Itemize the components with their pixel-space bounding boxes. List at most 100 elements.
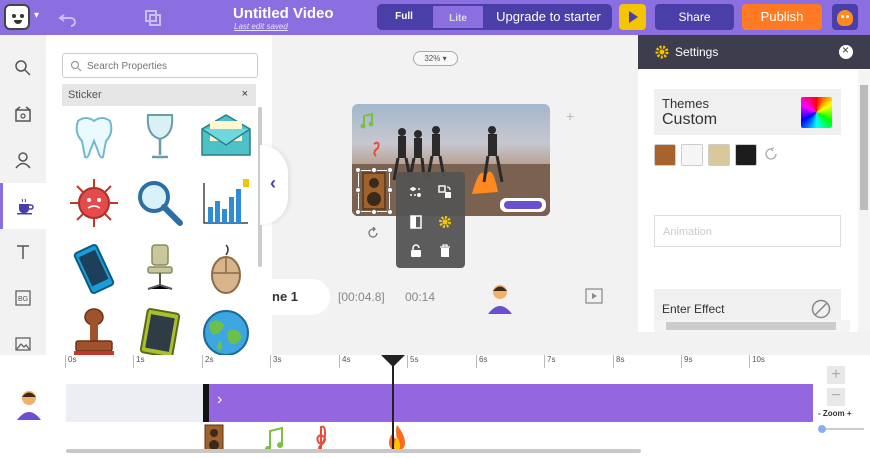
search-icon <box>70 60 82 72</box>
refresh-icon[interactable] <box>764 147 779 162</box>
tick-label: 7s <box>543 355 556 368</box>
settings-title: Settings <box>675 45 719 59</box>
zoom-in-button[interactable]: + <box>827 366 845 384</box>
delete-icon[interactable] <box>435 241 455 261</box>
playhead[interactable] <box>381 355 405 451</box>
undo-icon[interactable] <box>58 8 78 28</box>
tick-label: 3s <box>269 355 282 368</box>
sticker-virus[interactable] <box>68 177 120 229</box>
scene-tab[interactable]: ne 1 <box>258 279 330 315</box>
sticker-stamp[interactable] <box>68 307 120 355</box>
view-full-button[interactable]: Full <box>377 4 431 30</box>
rail-search[interactable] <box>0 45 46 91</box>
character-clip[interactable] <box>203 384 813 422</box>
tick-label: 9s <box>680 355 693 368</box>
video-title[interactable]: Untitled Video <box>233 5 334 22</box>
zoom-slider-track[interactable] <box>822 428 864 430</box>
sticker-magnifying-glass[interactable] <box>134 177 186 229</box>
filter-tag-label: Sticker <box>68 89 102 101</box>
image-icon <box>15 337 31 351</box>
sticker-computer-mouse[interactable] <box>200 243 252 295</box>
sticker-bar-chart[interactable] <box>200 177 252 229</box>
chevron-down-icon: ▾ <box>34 10 40 21</box>
color-swatch-2[interactable] <box>681 144 703 166</box>
tick-label: 8s <box>612 355 625 368</box>
tick-label: 10s <box>749 355 765 368</box>
settings-scroll-thumb[interactable] <box>860 85 868 210</box>
text-icon <box>17 245 29 259</box>
save-status[interactable]: Last edit saved <box>234 22 288 31</box>
settings-hscrollbar[interactable] <box>654 320 850 332</box>
settings-header: Settings <box>638 35 870 69</box>
sticker-wine-glass[interactable] <box>134 111 186 163</box>
layer-icon[interactable] <box>406 212 426 232</box>
sticker-envelope[interactable] <box>200 111 252 163</box>
timeline-character-icon[interactable] <box>15 388 43 420</box>
film-icon[interactable] <box>585 288 603 304</box>
view-lite-button[interactable]: Lite <box>431 4 485 30</box>
sticker-tooth[interactable] <box>68 111 120 163</box>
settings-hscroll-thumb[interactable] <box>666 322 836 330</box>
search-input[interactable] <box>87 57 252 75</box>
animation-field[interactable]: Animation <box>654 215 841 247</box>
color-swatch-3[interactable] <box>708 144 730 166</box>
search-icon <box>15 60 31 76</box>
collapse-panel-button[interactable] <box>260 145 288 225</box>
rail-text[interactable] <box>0 229 46 275</box>
scene-duration: 00:14 <box>405 290 436 304</box>
close-settings-icon[interactable] <box>839 43 853 59</box>
tick-label: 2s <box>201 355 214 368</box>
no-effect-icon[interactable] <box>811 299 831 319</box>
rotate-icon[interactable] <box>367 226 379 238</box>
gear-icon <box>655 45 669 59</box>
scene-character-icon[interactable] <box>486 282 514 314</box>
rail-scenes[interactable] <box>0 91 46 137</box>
settings-panel: Settings Themes Custom Animation Enter E… <box>638 35 870 332</box>
share-button[interactable]: Share <box>655 4 734 30</box>
tick-label: 1s <box>132 355 145 368</box>
publish-button[interactable]: Publish <box>742 4 822 30</box>
property-search[interactable] <box>62 53 258 78</box>
props-icon <box>16 198 34 215</box>
split-icon[interactable] <box>406 182 426 202</box>
canvas-zoom-select[interactable]: 32% ▾ <box>413 51 458 66</box>
color-swatch-1[interactable] <box>654 144 676 166</box>
left-rail: BG <box>0 35 46 355</box>
tick-label: 5s <box>406 355 419 368</box>
color-swatch-4[interactable] <box>735 144 757 166</box>
sticker-office-chair[interactable] <box>134 243 186 295</box>
character-icon <box>15 152 31 169</box>
sticker-globe[interactable] <box>200 307 252 355</box>
unlock-icon[interactable] <box>406 241 426 261</box>
zoom-value: 32% <box>424 54 441 63</box>
tick-label: 6s <box>475 355 488 368</box>
settings-scrollbar[interactable] <box>858 70 870 332</box>
settings-icon[interactable] <box>435 212 455 232</box>
logo-icon <box>4 4 30 30</box>
duplicate-icon[interactable] <box>143 8 163 28</box>
themes-label: Themes <box>662 96 709 111</box>
sticker-tablet[interactable] <box>134 307 186 355</box>
upgrade-button[interactable]: Upgrade to starter <box>485 4 612 30</box>
filter-tag: Sticker × <box>62 84 256 106</box>
user-avatar[interactable] <box>832 4 858 30</box>
timeline-ruler[interactable]: 0s 1s 2s 3s 4s 5s 6s 7s 8s 9s 10s <box>64 355 816 369</box>
color-wheel-icon[interactable] <box>801 97 832 128</box>
app-menu-button[interactable]: ▾ <box>4 4 44 30</box>
zoom-out-button[interactable]: − <box>827 388 845 406</box>
sticker-smartphone[interactable] <box>68 243 120 295</box>
rail-character[interactable] <box>0 137 46 183</box>
themes-selector[interactable]: Themes Custom <box>654 89 841 135</box>
play-button[interactable] <box>619 4 646 30</box>
zoom-label: - Zoom + <box>818 409 852 418</box>
zoom-slider-knob[interactable] <box>818 425 826 433</box>
remove-tag-icon[interactable]: × <box>242 88 248 100</box>
add-scene-icon[interactable]: + <box>566 108 574 124</box>
rail-props[interactable] <box>0 183 46 229</box>
swap-icon[interactable] <box>435 182 455 202</box>
selected-speaker-sticker[interactable] <box>355 167 393 215</box>
rail-background[interactable]: BG <box>0 275 46 321</box>
timeline-scrollbar[interactable] <box>66 449 641 453</box>
properties-panel: Sticker × <box>46 35 272 355</box>
context-menu <box>396 172 465 268</box>
